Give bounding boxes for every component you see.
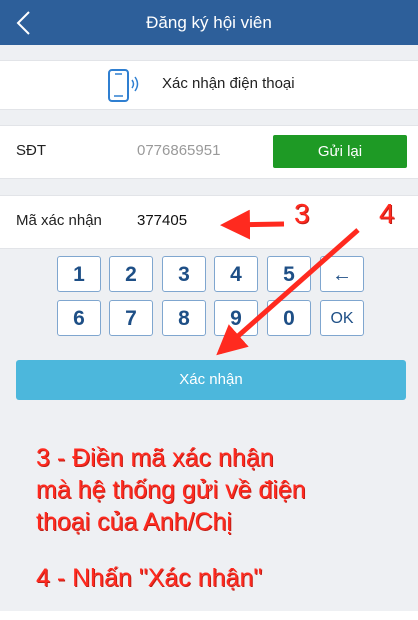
instruction-step4: 4 - Nhấn "Xác nhận" [36,564,263,592]
backspace-key[interactable]: ← [320,256,364,292]
key-5[interactable]: 5 [267,256,311,292]
key-9[interactable]: 9 [214,300,258,336]
resend-button[interactable]: Gửi lại [273,135,407,168]
verification-code-label: Mã xác nhận [16,212,102,229]
back-button[interactable] [8,6,42,40]
verify-phone-label: Xác nhận điện thoại [162,75,295,92]
phone-number-value: 0776865951 [137,142,221,159]
smartphone-icon [106,68,140,104]
marker-3: 3 [294,198,310,229]
key-0[interactable]: 0 [267,300,311,336]
instruction-step3-line1: 3 - Điền mã xác nhận [36,444,274,472]
instruction-step3-line2: mà hệ thống gửi về điện [36,476,306,504]
key-1[interactable]: 1 [57,256,101,292]
verification-code-input[interactable]: 377405 [137,195,187,247]
chevron-left-icon [16,11,30,35]
key-2[interactable]: 2 [109,256,153,292]
bottom-strip [0,611,418,620]
key-7[interactable]: 7 [109,300,153,336]
ok-key[interactable]: OK [320,300,364,336]
key-8[interactable]: 8 [162,300,206,336]
phone-label: SĐT [16,142,46,159]
page-title: Đăng ký hội viên [146,13,272,32]
instruction-step3-line3: thoại của Anh/Chị [36,508,232,536]
key-4[interactable]: 4 [214,256,258,292]
key-3[interactable]: 3 [162,256,206,292]
marker-4: 4 [379,198,395,229]
key-6[interactable]: 6 [57,300,101,336]
confirm-button[interactable]: Xác nhận [16,360,406,400]
